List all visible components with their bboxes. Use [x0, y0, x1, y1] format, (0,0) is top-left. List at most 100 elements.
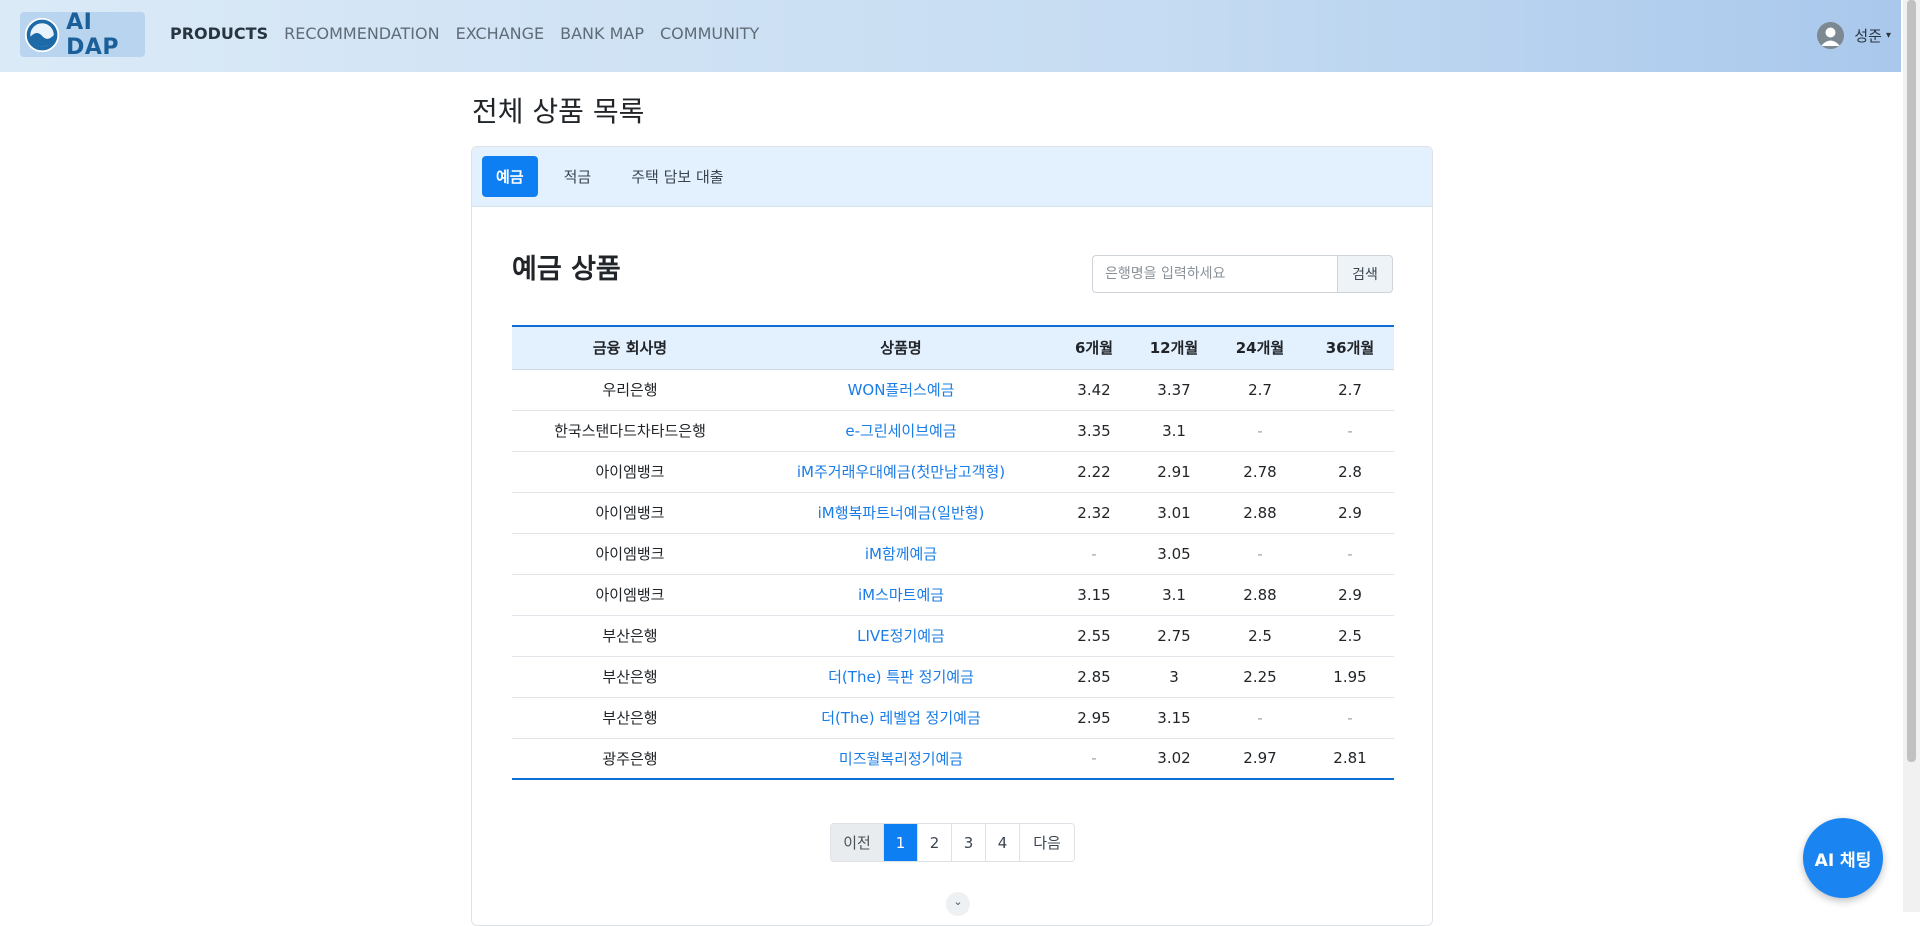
tab-mortgage[interactable]: 주택 담보 대출 — [617, 156, 737, 197]
product-name-cell: WON플러스예금 — [748, 369, 1054, 411]
nav-link-products[interactable]: PRODUCTS — [170, 24, 268, 43]
product-link[interactable]: 더(The) 특판 정기예금 — [828, 668, 974, 686]
nav-link-bank-map[interactable]: BANK MAP — [560, 24, 644, 43]
product-link[interactable]: e-그린세이브예금 — [845, 422, 956, 440]
product-name-cell: iM주거래우대예금(첫만남고객형) — [748, 451, 1054, 493]
bank-name-cell: 부산은행 — [512, 697, 748, 739]
rate-36m-cell: - — [1306, 533, 1394, 575]
user-name: 성준 — [1854, 27, 1882, 45]
bank-name-cell: 아이엠뱅크 — [512, 492, 748, 534]
product-link[interactable]: iM주거래우대예금(첫만남고객형) — [797, 463, 1005, 481]
rate-6m-cell: 2.55 — [1054, 615, 1134, 657]
rate-6m-cell: 2.22 — [1054, 451, 1134, 493]
rate-24m-cell: - — [1214, 697, 1306, 739]
scrollbar[interactable] — [1903, 0, 1920, 912]
table-row: 아이엠뱅크 iM행복파트너예금(일반형) 2.32 3.01 2.88 2.9 — [512, 492, 1394, 534]
product-link[interactable]: LIVE정기예금 — [857, 627, 945, 645]
nav-link-community[interactable]: COMMUNITY — [660, 24, 759, 43]
rate-24m-cell: 2.7 — [1214, 369, 1306, 411]
nav-link-recommendation[interactable]: RECOMMENDATION — [284, 24, 439, 43]
nav-links: PRODUCTS RECOMMENDATION EXCHANGE BANK MA… — [170, 24, 775, 43]
rate-6m-cell: 2.85 — [1054, 656, 1134, 698]
tab-deposit[interactable]: 예금 — [482, 156, 538, 197]
table-row: 아이엠뱅크 iM주거래우대예금(첫만남고객형) 2.22 2.91 2.78 2.8 — [512, 451, 1394, 493]
page-button-1[interactable]: 1 — [884, 824, 918, 861]
scrollbar-thumb[interactable] — [1907, 0, 1916, 762]
rate-12m-cell: 3.02 — [1157, 749, 1191, 768]
bank-name-cell: 부산은행 — [512, 656, 748, 698]
rate-36m-cell: 2.7 — [1306, 369, 1394, 411]
header-36m: 36개월 — [1306, 326, 1394, 370]
product-link[interactable]: iM스마트예금 — [858, 586, 944, 604]
logo-text: AI DAP — [66, 9, 120, 60]
rate-12m-cell: 3.37 — [1134, 369, 1214, 411]
rate-6m-cell: 3.42 — [1054, 369, 1134, 411]
product-name-cell: iM행복파트너예금(일반형) — [748, 492, 1054, 534]
page-button-3[interactable]: 3 — [952, 824, 986, 861]
wave-logo-icon — [24, 17, 60, 52]
user-menu[interactable]: 성준 ▾ — [1817, 22, 1891, 49]
ai-chat-button[interactable]: AI 채팅 — [1803, 818, 1883, 898]
rate-24m-cell: - — [1214, 410, 1306, 452]
table-row: 부산은행 더(The) 특판 정기예금 2.85 3 2.25 1.95 — [512, 656, 1394, 698]
table-row: 아이엠뱅크 iM함께예금 -3.05- - — [512, 533, 1394, 575]
product-link[interactable]: WON플러스예금 — [848, 381, 955, 399]
product-link[interactable]: iM함께예금 — [865, 545, 937, 563]
header-12m: 12개월 — [1134, 326, 1214, 370]
user-icon — [1817, 22, 1845, 49]
rate-36m-cell: 2.9 — [1306, 574, 1394, 616]
rate-6m-cell: 3.15 — [1054, 574, 1134, 616]
rate-12m-cell: 3.01 — [1134, 492, 1214, 534]
page-title: 전체 상품 목록 — [472, 95, 645, 128]
search-input[interactable] — [1092, 255, 1337, 293]
rate-24m-cell: 2.78 — [1214, 451, 1306, 493]
table-body: 우리은행 WON플러스예금 3.42 3.37 2.7 2.7 한국스탠다드차타드은행 e-그… — [512, 369, 1394, 779]
rate-24m-cell: 2.25 — [1214, 656, 1306, 698]
table-row: 우리은행 WON플러스예금 3.42 3.37 2.7 2.7 — [512, 369, 1394, 411]
nav-link-exchange[interactable]: EXCHANGE — [456, 24, 545, 43]
prev-page-button[interactable]: 이전 — [831, 824, 884, 861]
bank-search: 검색 — [1092, 255, 1393, 293]
rate-6m-cell: 3.35 — [1054, 410, 1134, 452]
rate-12m-cell: 3.1 — [1134, 574, 1214, 616]
rate-6m-cell: 2.95 — [1054, 697, 1134, 739]
tab-savings[interactable]: 적금 — [550, 156, 606, 197]
rate-36m-cell: - — [1306, 697, 1394, 739]
bank-name-cell: 광주은행 — [602, 749, 658, 768]
rate-24m-cell: 2.5 — [1214, 615, 1306, 657]
table-row: 부산은행 LIVE정기예금 2.55 2.75 2.5 2.5 — [512, 615, 1394, 657]
rate-24m-cell: - — [1214, 533, 1306, 575]
table-row: 부산은행 더(The) 레벨업 정기예금 2.95 3.15- - — [512, 697, 1394, 739]
product-name-cell: iM스마트예금 — [748, 574, 1054, 616]
next-page-button[interactable]: 다음 — [1020, 824, 1074, 861]
rate-36m-cell: 2.5 — [1306, 615, 1394, 657]
bank-name-cell: 아이엠뱅크 — [512, 574, 748, 616]
scroll-down-icon[interactable]: ⌄ — [946, 892, 970, 916]
rate-24m-cell: 2.88 — [1214, 574, 1306, 616]
rate-6m-cell: - — [1091, 749, 1097, 768]
product-link[interactable]: 더(The) 레벨업 정기예금 — [821, 709, 981, 727]
table-row: 아이엠뱅크 iM스마트예금 3.15 3.1 2.88 2.9 — [512, 574, 1394, 616]
rate-12m-cell: 2.91 — [1134, 451, 1214, 493]
bank-name-cell: 아이엠뱅크 — [512, 533, 748, 575]
product-name-cell: e-그린세이브예금 — [748, 410, 1054, 452]
page-button-2[interactable]: 2 — [918, 824, 952, 861]
avatar — [1817, 22, 1845, 49]
rate-12m-cell: 3.1 — [1134, 410, 1214, 452]
products-card: 예금 적금 주택 담보 대출 예금 상품 검색 금융 회사명 상품명 6개월 1… — [471, 146, 1433, 926]
table-row: 광주은행 미즈월복리정기예금 - 3.02 2.97 2.81 — [512, 738, 1394, 779]
search-button[interactable]: 검색 — [1337, 255, 1393, 293]
rate-12m-cell: 3.15 — [1134, 697, 1214, 739]
header-bank: 금융 회사명 — [512, 326, 748, 370]
rate-36m-cell: - — [1306, 410, 1394, 452]
table-row: 한국스탠다드차타드은행 e-그린세이브예금 3.35 3.1- - — [512, 410, 1394, 452]
bank-name-cell: 한국스탠다드차타드은행 — [512, 410, 748, 452]
product-link[interactable]: iM행복파트너예금(일반형) — [818, 504, 985, 522]
product-tabs: 예금 적금 주택 담보 대출 — [472, 147, 1432, 207]
product-name-cell: 더(The) 레벨업 정기예금 — [748, 697, 1054, 739]
logo[interactable]: AI DAP — [20, 9, 145, 60]
page-button-4[interactable]: 4 — [986, 824, 1020, 861]
table-header: 금융 회사명 상품명 6개월 12개월 24개월 36개월 — [512, 326, 1394, 370]
product-link[interactable]: 미즈월복리정기예금 — [839, 750, 963, 768]
pagination: 이전 1 2 3 4 다음 — [830, 823, 1075, 862]
